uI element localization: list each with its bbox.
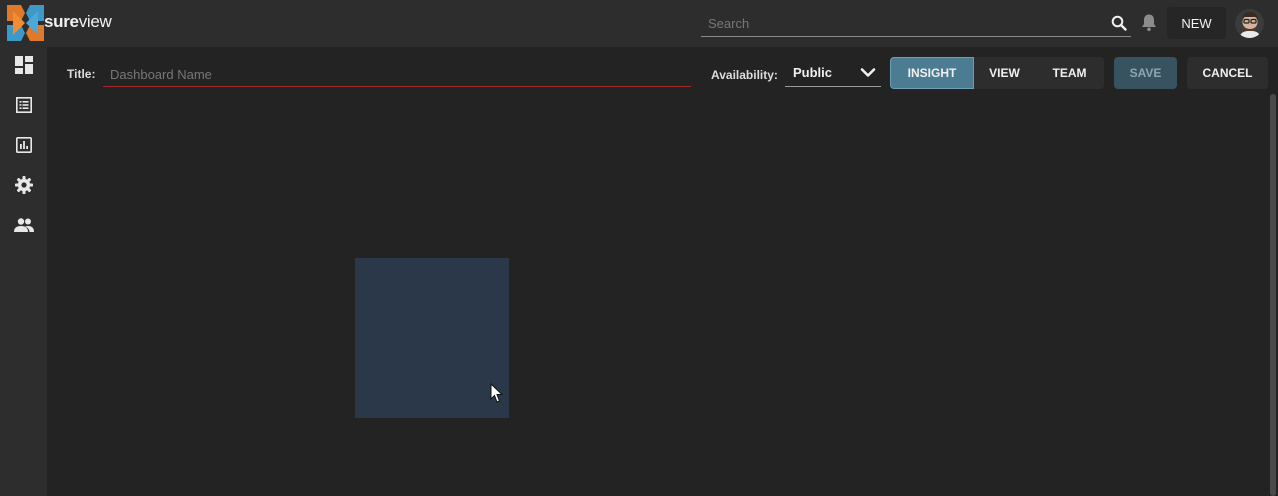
sureview-logo-icon[interactable] — [7, 5, 44, 41]
dashboard-icon — [15, 56, 33, 74]
sidebar-item-list[interactable] — [13, 94, 35, 116]
brand-name: sureview — [44, 12, 112, 31]
new-button[interactable]: NEW — [1167, 7, 1226, 39]
dashboard-name-input[interactable] — [103, 63, 691, 87]
search-box — [701, 11, 1131, 37]
cancel-button[interactable]: CANCEL — [1187, 57, 1268, 89]
people-icon — [14, 218, 34, 232]
mode-team-button[interactable]: TEAM — [1035, 57, 1104, 89]
availability-select[interactable]: Public — [785, 60, 881, 87]
search-icon[interactable] — [1111, 15, 1127, 31]
report-icon — [16, 137, 32, 153]
list-icon — [16, 97, 32, 113]
mode-view-button[interactable]: VIEW — [974, 57, 1035, 89]
search-input[interactable] — [701, 11, 1106, 35]
avatar[interactable] — [1235, 9, 1264, 38]
gear-icon — [15, 176, 33, 194]
title-label: Title: — [67, 67, 96, 81]
mouse-cursor-icon — [490, 383, 504, 403]
chevron-down-icon — [860, 68, 876, 77]
bell-icon[interactable] — [1140, 13, 1158, 32]
availability-label: Availability: — [711, 68, 778, 82]
top-bar: sureview NEW — [0, 0, 1278, 47]
widget-placeholder[interactable] — [355, 258, 509, 418]
save-button[interactable]: SAVE — [1114, 57, 1177, 89]
sidebar — [0, 47, 47, 496]
sidebar-item-dashboards[interactable] — [13, 54, 35, 76]
scrollbar[interactable] — [1270, 94, 1276, 496]
mode-insight-button[interactable]: INSIGHT — [890, 57, 974, 89]
user-avatar-icon — [1235, 9, 1264, 38]
sidebar-item-reports[interactable] — [13, 134, 35, 156]
sidebar-item-settings[interactable] — [13, 174, 35, 196]
sidebar-item-users[interactable] — [13, 214, 35, 236]
availability-value: Public — [793, 65, 833, 80]
